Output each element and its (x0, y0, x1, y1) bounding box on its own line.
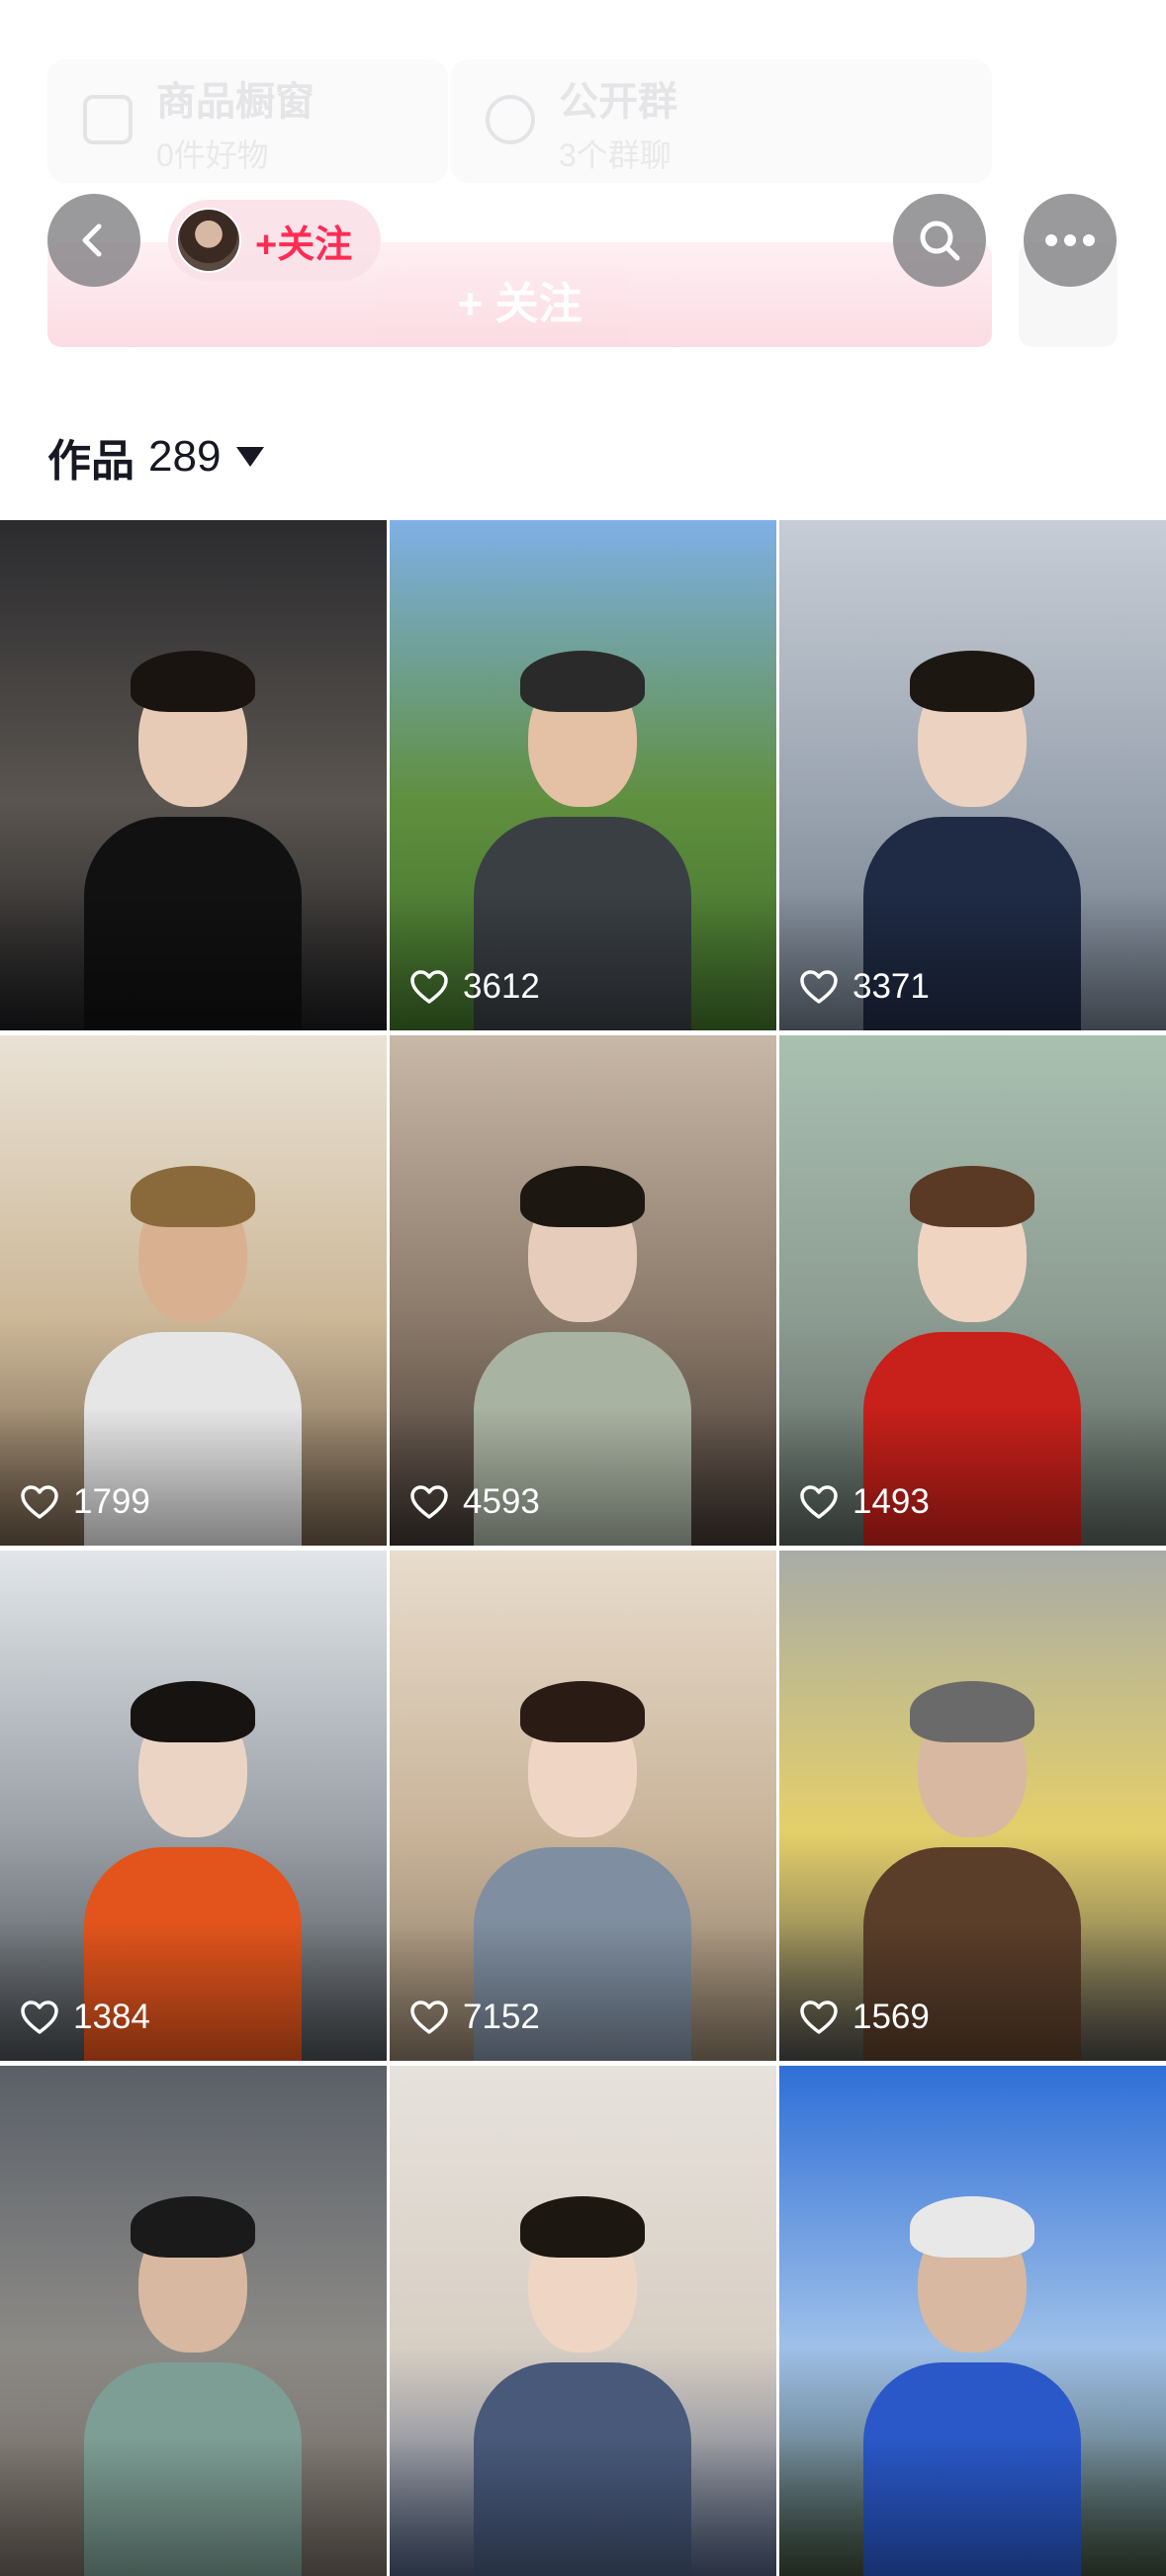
back-button[interactable] (47, 194, 140, 287)
person-hair (131, 2196, 255, 2258)
like-count-value: 1384 (73, 1998, 150, 2037)
search-button[interactable] (893, 194, 986, 287)
like-count-value: 7152 (463, 1998, 540, 2037)
person-hair (910, 2196, 1034, 2258)
like-count-value: 3371 (852, 967, 930, 1007)
heart-icon (20, 1999, 59, 2035)
follow-label: +关注 (255, 214, 352, 268)
like-count-value: 4593 (463, 1482, 540, 1522)
like-count: 3612 (409, 967, 540, 1007)
video-thumbnail[interactable]: 1569 (779, 1551, 1166, 2061)
public-group-card[interactable]: 公开群 3个群聊 (450, 59, 992, 183)
person-hair (520, 1681, 645, 1742)
video-thumbnail[interactable]: 4593 (390, 1035, 776, 1546)
heart-icon (20, 1484, 59, 1520)
video-thumbnail[interactable]: 1493 (779, 1035, 1166, 1546)
person-hair (520, 2196, 645, 2258)
video-thumbnail[interactable] (779, 2066, 1166, 2576)
person-hair (131, 1166, 255, 1227)
video-grid: 3612 3371 1799 4593 1493 1384 7152 1569 (0, 520, 1166, 2576)
heart-icon (409, 1999, 449, 2035)
search-icon (916, 217, 963, 264)
like-count: 1493 (799, 1482, 930, 1522)
like-count-value: 1569 (852, 1998, 930, 2037)
more-dots-icon (1044, 233, 1096, 247)
like-count: 4593 (409, 1482, 540, 1522)
video-thumbnail[interactable]: 3371 (779, 520, 1166, 1030)
public-group-subtitle: 3个群聊 (559, 131, 672, 176)
follow-pill[interactable]: +关注 (168, 200, 381, 281)
avatar (176, 208, 241, 273)
shopping-bag-icon (83, 95, 133, 144)
works-tab-header[interactable]: 作品 289 (47, 427, 264, 487)
person-hair (520, 1166, 645, 1227)
person-hair (131, 651, 255, 712)
profile-header-background: 商品橱窗 0件好物 公开群 3个群聊 + 关注 (0, 0, 1166, 396)
works-count: 289 (148, 432, 221, 482)
like-count-value: 1493 (852, 1482, 930, 1522)
heart-icon (799, 1484, 839, 1520)
works-label: 作品 (47, 425, 135, 489)
like-count-value: 1799 (73, 1482, 150, 1522)
more-button[interactable] (1024, 194, 1117, 287)
video-thumbnail[interactable] (0, 520, 387, 1030)
shop-window-title: 商品橱窗 (156, 69, 314, 127)
shop-window-subtitle: 0件好物 (156, 131, 269, 176)
heart-icon (799, 1999, 839, 2035)
chat-bubble-icon (486, 95, 535, 144)
person-hair (131, 1681, 255, 1742)
video-thumbnail[interactable]: 1799 (0, 1035, 387, 1546)
like-count: 1799 (20, 1482, 150, 1522)
person-hair (910, 1681, 1034, 1742)
like-count-value: 3612 (463, 967, 540, 1007)
heart-icon (409, 1484, 449, 1520)
public-group-title: 公开群 (559, 69, 677, 127)
like-count: 1384 (20, 1998, 150, 2037)
video-thumbnail[interactable] (0, 2066, 387, 2576)
like-count: 3371 (799, 967, 930, 1007)
person-hair (910, 651, 1034, 712)
chevron-left-icon (74, 221, 114, 260)
video-thumbnail[interactable]: 3612 (390, 520, 776, 1030)
like-count: 1569 (799, 1998, 930, 2037)
caret-down-icon[interactable] (236, 447, 264, 467)
person-hair (910, 1166, 1034, 1227)
heart-icon (799, 969, 839, 1005)
shop-window-card[interactable]: 商品橱窗 0件好物 (47, 59, 448, 183)
like-count: 7152 (409, 1998, 540, 2037)
home-indicator (376, 2498, 791, 2510)
person-hair (520, 651, 645, 712)
video-thumbnail[interactable]: 1384 (0, 1551, 387, 2061)
heart-icon (409, 969, 449, 1005)
profile-follow-label: + 关注 (47, 268, 992, 331)
video-thumbnail[interactable]: 7152 (390, 1551, 776, 2061)
